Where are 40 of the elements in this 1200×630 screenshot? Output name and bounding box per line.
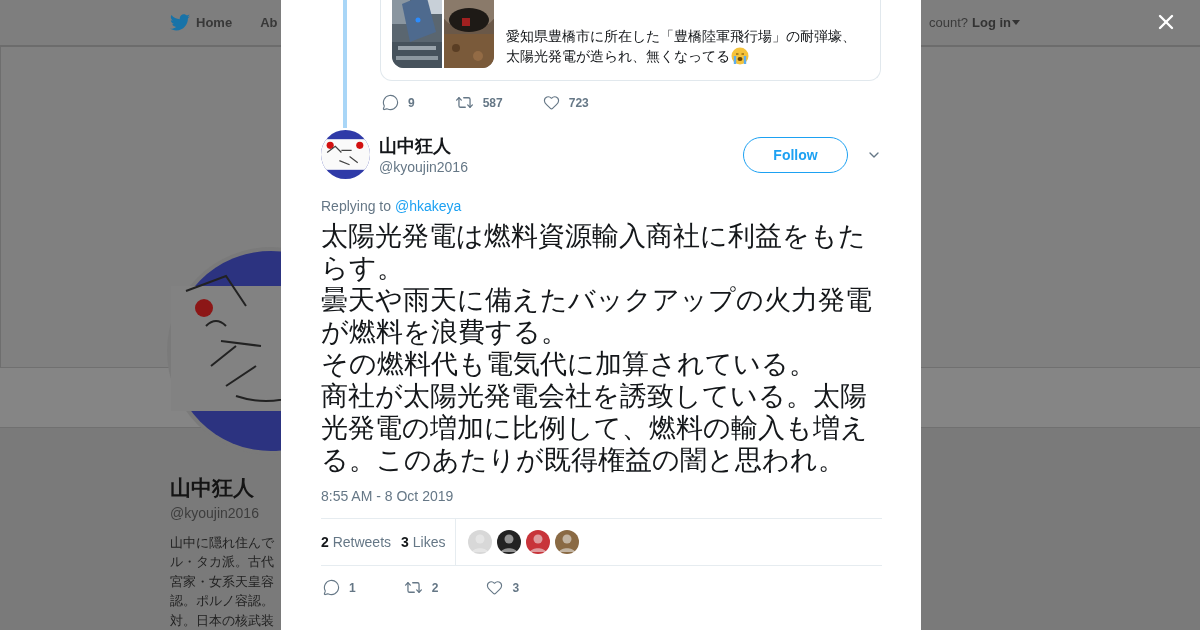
author-name: 山中狂人	[379, 135, 452, 158]
tweet-text: 曇天や雨天に備えたバックアップの火力発電が燃料を浪費する。	[321, 284, 873, 348]
avatar[interactable]	[497, 530, 522, 554]
heart-icon	[542, 94, 560, 111]
reply-icon	[323, 579, 340, 596]
tweet-text: 太陽光発電は燃料資源輸入商社に利益をもたらす。	[321, 220, 867, 284]
tweet-timestamp: 8:55 AM - 8 Oct 2019	[321, 488, 455, 504]
quoted-tweet-text: 太陽光発電が造られ、無くなってる	[506, 47, 730, 66]
likes-count[interactable]: 3 Likes	[401, 534, 446, 550]
bio-line: 対。日本の核武装	[170, 611, 275, 630]
profile-name: 山中狂人	[170, 474, 255, 501]
heart-icon	[486, 579, 504, 596]
follow-button[interactable]: Follow	[743, 136, 848, 173]
bio-line: 山中に隠れ住んで	[170, 533, 275, 552]
profile-handle: @kyoujin2016	[170, 504, 260, 521]
account-prompt: count?	[928, 15, 968, 30]
tweet-text: 商社が太陽光発電会社を誘致している。太陽光発電の増加に比例して、燃料の輸入も増える。このあたりが既得権益の闇と思われ。	[321, 380, 869, 476]
bio-line: 宮家・女系天皇容	[170, 572, 275, 591]
like-button[interactable]: 3	[486, 579, 520, 596]
caret-icon	[1012, 20, 1020, 25]
retweets-count[interactable]: 2 Retweets	[321, 534, 392, 550]
bird-icon	[170, 14, 190, 31]
login-link[interactable]: Log in	[972, 15, 1011, 30]
reply-button[interactable]: 9	[382, 94, 415, 111]
replying-to-text: Replying to @hkakeya	[321, 198, 463, 214]
tweet-text: その燃料代も電気代に加算されている。	[321, 348, 817, 380]
reply-button[interactable]: 1	[323, 579, 356, 596]
author-handle: @kyoujin2016	[379, 159, 468, 175]
quoted-tweet-text: 愛知県豊橋市に所在した「豊橋陸軍飛行場」の耐弾壕、	[506, 27, 856, 46]
bio-line: ル・タカ派。古代	[170, 553, 275, 572]
retweet-button[interactable]: 2	[403, 578, 439, 597]
avatar	[321, 130, 370, 179]
crying-face-icon	[731, 47, 749, 65]
bio-line: 認。ポルノ容認。	[170, 592, 275, 611]
nav-link[interactable]: Ab	[260, 15, 278, 30]
nav-link[interactable]: Home	[196, 15, 233, 30]
like-button[interactable]: 723	[542, 94, 589, 111]
retweet-button[interactable]: 587	[454, 93, 503, 112]
mention-link[interactable]: @hkakeya	[394, 198, 462, 214]
reply-icon	[382, 94, 399, 111]
